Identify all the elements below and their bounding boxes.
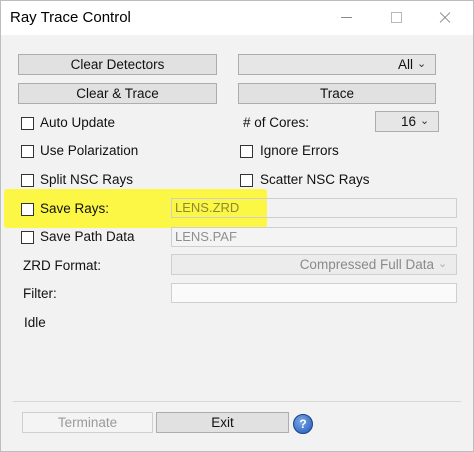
title-bar: Ray Trace Control bbox=[1, 1, 473, 35]
split-nsc-rays-label: Split NSC Rays bbox=[40, 172, 134, 187]
chevron-down-icon: ⌄ bbox=[417, 58, 427, 70]
cores-select-value: 16 bbox=[400, 114, 416, 129]
auto-update-checkbox[interactable] bbox=[21, 117, 34, 130]
ignore-errors-label: Ignore Errors bbox=[260, 143, 339, 158]
filter-input[interactable] bbox=[171, 283, 457, 303]
split-nsc-rays-checkbox[interactable] bbox=[21, 174, 34, 187]
minimize-icon[interactable] bbox=[335, 5, 359, 29]
chevron-down-icon: ⌄ bbox=[420, 115, 430, 127]
zrd-format-value: Compressed Full Data bbox=[299, 257, 434, 272]
scatter-nsc-rays-checkbox[interactable] bbox=[240, 174, 253, 187]
save-path-file-field[interactable]: LENS.PAF bbox=[171, 227, 457, 247]
use-polarization-label: Use Polarization bbox=[40, 143, 139, 158]
cores-select[interactable]: 16 ⌄ bbox=[375, 111, 439, 132]
save-path-data-checkbox[interactable] bbox=[21, 231, 34, 244]
exit-button[interactable]: Exit bbox=[156, 412, 289, 433]
window-title: Ray Trace Control bbox=[10, 9, 131, 26]
auto-update-label: Auto Update bbox=[40, 115, 116, 130]
status-text: Idle bbox=[24, 315, 46, 330]
maximize-icon[interactable] bbox=[385, 5, 409, 29]
filter-label: Filter: bbox=[23, 286, 57, 301]
trace-button[interactable]: Trace bbox=[238, 83, 436, 104]
save-rays-label: Save Rays: bbox=[40, 201, 110, 216]
close-icon[interactable] bbox=[433, 5, 457, 29]
help-icon[interactable]: ? bbox=[293, 414, 313, 434]
ray-trace-control-window: Ray Trace Control Clear Detectors All ⌄ … bbox=[0, 0, 474, 452]
use-polarization-checkbox[interactable] bbox=[21, 145, 34, 158]
save-rays-file-field[interactable]: LENS.ZRD bbox=[171, 198, 457, 218]
terminate-button[interactable]: Terminate bbox=[22, 412, 153, 433]
zrd-format-label: ZRD Format: bbox=[23, 258, 102, 273]
ignore-errors-checkbox[interactable] bbox=[240, 145, 253, 158]
zrd-format-select[interactable]: Compressed Full Data ⌄ bbox=[171, 254, 457, 275]
divider bbox=[13, 401, 461, 402]
scatter-nsc-rays-label: Scatter NSC Rays bbox=[260, 172, 370, 187]
clear-and-trace-button[interactable]: Clear & Trace bbox=[18, 83, 217, 104]
save-path-data-label: Save Path Data bbox=[40, 229, 135, 244]
clear-detectors-button[interactable]: Clear Detectors bbox=[18, 54, 217, 75]
chevron-down-icon: ⌄ bbox=[438, 258, 448, 270]
save-rays-checkbox[interactable] bbox=[21, 203, 34, 216]
detector-select-value: All bbox=[397, 57, 413, 72]
cores-label: # of Cores: bbox=[243, 115, 310, 130]
detector-select[interactable]: All ⌄ bbox=[238, 54, 436, 75]
